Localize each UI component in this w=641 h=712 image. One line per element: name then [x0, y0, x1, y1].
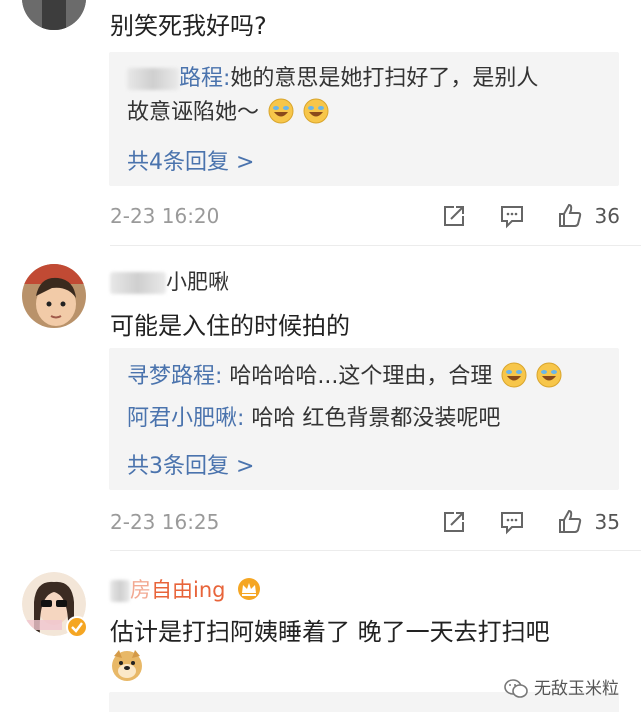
watermark: 无敌玉米粒 — [504, 674, 619, 699]
reply-1: 路程:她的意思是她打扫好了，是别人 — [127, 62, 538, 96]
username-prefix: 房 — [130, 578, 151, 602]
reply-text: 她的意思是她打扫好了，是别人 — [230, 66, 539, 91]
wechat-icon — [504, 679, 528, 698]
laugh-cry-emoji — [501, 362, 527, 388]
reply-2: 阿君小肥啾: 哈哈 红色背景都没装呢吧 — [127, 402, 500, 436]
verified-badge-icon — [66, 616, 88, 638]
divider — [110, 550, 641, 551]
reply-text: 哈哈哈哈...这个理由，合理 — [222, 364, 493, 389]
reply-1-continued: 故意诬陷她～ — [127, 96, 329, 130]
timestamp: 2-23 16:25 — [110, 510, 220, 534]
like-count: 36 — [594, 204, 620, 228]
reply-box[interactable]: 路程:她的意思是她打扫好了，是别人 故意诬陷她～ 共4条回复 > — [109, 52, 619, 186]
thumbs-up-icon[interactable] — [556, 202, 584, 230]
thumbs-up-icon[interactable] — [556, 508, 584, 536]
comment-text: 估计是打扫阿姨睡着了 晚了一天去打扫吧 — [110, 618, 550, 646]
comment-2: 小肥啾 可能是入住的时候拍的 寻梦路程: 哈哈哈哈...这个理由，合理 阿君小肥… — [0, 248, 641, 551]
reply-1: 寻梦路程: 哈哈哈哈...这个理由，合理 — [127, 360, 562, 394]
timestamp: 2-23 16:20 — [110, 204, 220, 228]
username-text: 小肥啾 — [166, 270, 229, 294]
reply-text: 哈哈 红色背景都没装呢吧 — [244, 406, 501, 431]
share-icon[interactable] — [440, 508, 468, 536]
like-count: 35 — [594, 510, 620, 534]
comment-icon[interactable] — [498, 202, 526, 230]
reply-text: 故意诬陷她～ — [127, 100, 260, 125]
reply-username[interactable]: 阿君小肥啾: — [127, 406, 244, 431]
laugh-cry-emoji — [536, 362, 562, 388]
more-replies-link[interactable]: 共4条回复 > — [127, 144, 254, 176]
avatar[interactable] — [22, 572, 88, 638]
laugh-cry-emoji — [303, 98, 329, 124]
comment-text: 可能是入住的时候拍的 — [110, 312, 350, 340]
avatar[interactable] — [22, 264, 86, 328]
doge-emoji — [112, 650, 142, 681]
more-replies-link[interactable]: 共3条回复 > — [127, 448, 254, 480]
divider — [110, 245, 641, 246]
laugh-cry-emoji — [268, 98, 294, 124]
crown-badge-icon — [238, 578, 261, 600]
reply-username[interactable]: 路程: — [179, 66, 230, 91]
reply-username[interactable]: 寻梦路程: — [127, 364, 222, 389]
avatar-image — [22, 264, 86, 328]
avatar-image — [22, 0, 86, 30]
watermark-text: 无敌玉米粒 — [534, 679, 619, 699]
comment-1: 别笑死我好吗? 路程:她的意思是她打扫好了，是别人 故意诬陷她～ 共4条回复 >… — [0, 0, 641, 248]
comment-meta: 2-23 16:20 36 — [110, 200, 620, 234]
avatar[interactable] — [22, 0, 86, 30]
comment-meta: 2-23 16:25 35 — [110, 506, 620, 540]
comment-username[interactable]: 房自由ing — [110, 574, 262, 604]
blurred-username — [127, 68, 179, 90]
comment-text: 别笑死我好吗? — [110, 12, 267, 40]
comment-icon[interactable] — [498, 508, 526, 536]
comment-username[interactable]: 小肥啾 — [110, 266, 229, 296]
share-icon[interactable] — [440, 202, 468, 230]
username-text: 自由ing — [151, 578, 226, 602]
blurred-username — [110, 272, 166, 294]
reply-box[interactable]: 寻梦路程: 哈哈哈哈...这个理由，合理 阿君小肥啾: 哈哈 红色背景都没装呢吧… — [109, 348, 619, 490]
blurred-username — [110, 580, 130, 602]
